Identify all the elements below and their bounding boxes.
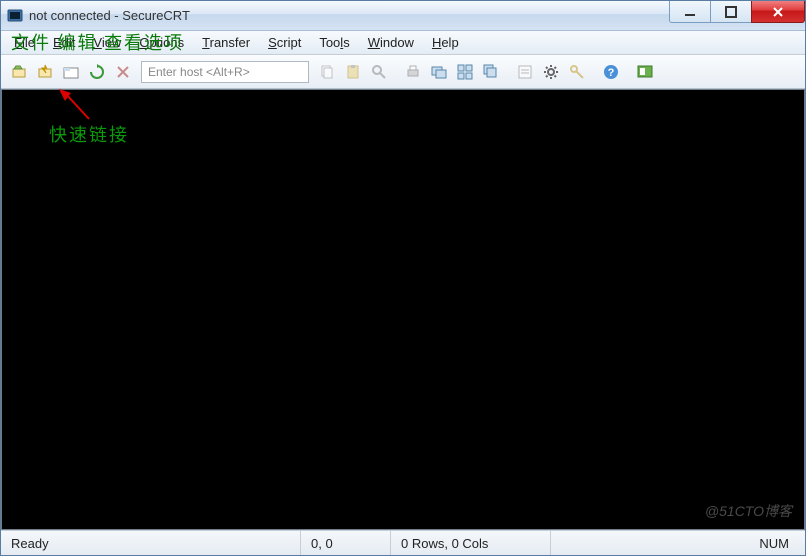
screen-icon (637, 64, 653, 80)
menu-view[interactable]: View (84, 33, 130, 52)
status-ready: Ready (1, 531, 301, 555)
help-icon: ? (603, 64, 619, 80)
host-placeholder: Enter host <Alt+R> (148, 65, 250, 79)
terminal-area[interactable]: @51CTO博客 (1, 89, 805, 530)
options-button[interactable] (539, 60, 563, 84)
maximize-icon (725, 6, 737, 18)
sessions-icon (431, 64, 447, 80)
connect-tab-icon (63, 64, 79, 80)
print-button[interactable] (401, 60, 425, 84)
quick-connect-icon (37, 64, 53, 80)
minimize-icon (684, 6, 696, 18)
disconnect-icon (115, 64, 131, 80)
cascade-icon (483, 64, 499, 80)
copy-icon (319, 64, 335, 80)
menu-script[interactable]: Script (259, 33, 310, 52)
disconnect-button[interactable] (111, 60, 135, 84)
menu-edit[interactable]: Edit (44, 33, 84, 52)
sessions-button[interactable] (427, 60, 451, 84)
window-title: not connected - SecureCRT (29, 8, 670, 23)
key-icon (569, 64, 585, 80)
titlebar: not connected - SecureCRT (1, 1, 805, 31)
find-icon (371, 64, 387, 80)
copy-button[interactable] (315, 60, 339, 84)
quick-connect-button[interactable] (33, 60, 57, 84)
connect-icon (11, 64, 27, 80)
status-num: NUM (749, 531, 805, 555)
status-coord: 0, 0 (301, 531, 391, 555)
svg-text:?: ? (608, 67, 615, 79)
properties-icon (517, 64, 533, 80)
paste-icon (345, 64, 361, 80)
statusbar: Ready 0, 0 0 Rows, 0 Cols NUM (1, 530, 805, 555)
minimize-button[interactable] (669, 1, 711, 23)
menu-tools[interactable]: Tools (310, 33, 358, 52)
close-icon (771, 5, 785, 19)
tile-icon (457, 64, 473, 80)
help-button[interactable]: ? (599, 60, 623, 84)
reconnect-icon (89, 64, 105, 80)
menu-help[interactable]: Help (423, 33, 468, 52)
watermark: @51CTO博客 (705, 501, 792, 521)
maximize-button[interactable] (710, 1, 752, 23)
app-icon (7, 8, 23, 24)
status-rowscols: 0 Rows, 0 Cols (391, 531, 551, 555)
host-input[interactable]: Enter host <Alt+R> (141, 61, 309, 83)
connect-in-tab-button[interactable] (59, 60, 83, 84)
reconnect-button[interactable] (85, 60, 109, 84)
window-controls (670, 1, 805, 30)
paste-button[interactable] (341, 60, 365, 84)
print-icon (405, 64, 421, 80)
menu-window[interactable]: Window (359, 33, 423, 52)
keymap-button[interactable] (565, 60, 589, 84)
tile-button[interactable] (453, 60, 477, 84)
toggle-button[interactable] (633, 60, 657, 84)
cascade-button[interactable] (479, 60, 503, 84)
menu-transfer[interactable]: Transfer (193, 33, 259, 52)
menu-options[interactable]: Options (130, 33, 193, 52)
properties-button[interactable] (513, 60, 537, 84)
menu-file[interactable]: File (5, 33, 44, 52)
connect-button[interactable] (7, 60, 31, 84)
gear-icon (543, 64, 559, 80)
window: 文件 编辑 查看选项 快速链接 not connected - SecureCR… (0, 0, 806, 556)
close-button[interactable] (751, 1, 805, 23)
find-button[interactable] (367, 60, 391, 84)
menubar: File Edit View Options Transfer Script T… (1, 31, 805, 55)
toolbar: Enter host <Alt+R> (1, 55, 805, 89)
